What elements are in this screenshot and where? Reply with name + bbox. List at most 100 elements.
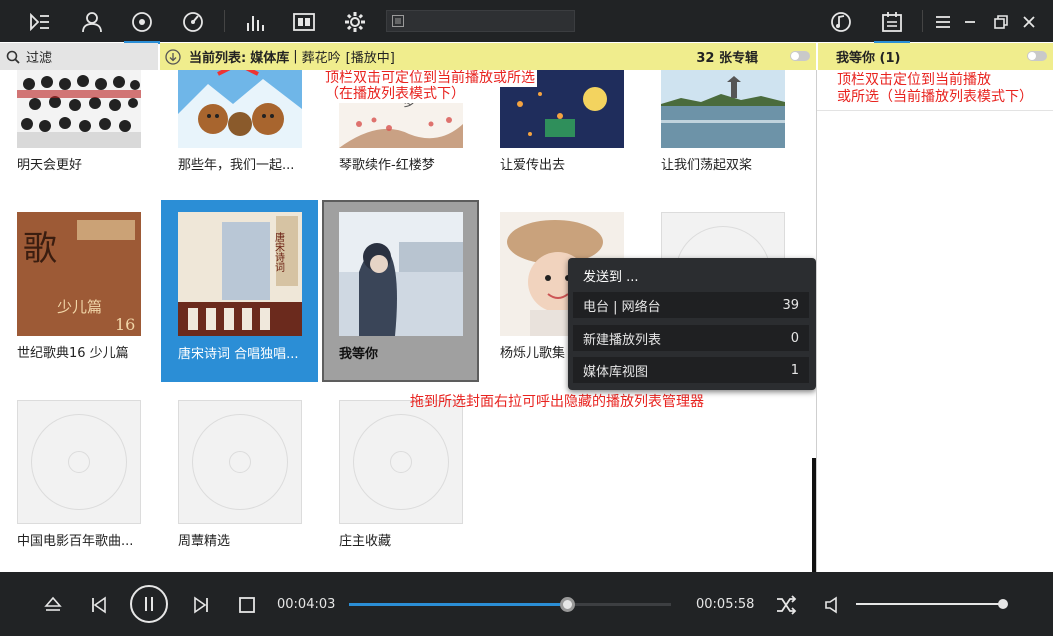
video-icon[interactable] [284, 4, 324, 40]
album-tile[interactable]: 歌 少儿篇 16 世纪歌典16 少儿篇 [17, 212, 167, 387]
album-cover: 唐宋诗词 [178, 212, 302, 336]
mini-player-icon[interactable] [821, 4, 861, 40]
send-to-item-count: 1 [790, 362, 799, 378]
volume-icon[interactable] [820, 592, 846, 618]
current-time: 00:04:03 [277, 597, 336, 612]
annotation-right-2: 或所选（当前播放列表模式下） [837, 89, 1033, 105]
album-icon[interactable] [122, 4, 162, 44]
artist-icon[interactable] [72, 4, 112, 40]
send-to-title: 发送到 ... [583, 270, 639, 285]
view-toggle[interactable] [790, 51, 810, 61]
volume-fill [856, 603, 1003, 605]
pause-button[interactable] [130, 585, 168, 623]
pause-icon [145, 597, 153, 611]
album-cover [17, 70, 141, 148]
annotation-right-1: 顶栏双击定位到当前播放 [837, 72, 991, 88]
album-cover: 歌 少儿篇 16 [17, 212, 141, 336]
current-list-library: 媒体库 [250, 51, 290, 66]
top-toolbar [0, 0, 1053, 44]
progress-fill [349, 603, 568, 606]
eject-icon[interactable] [40, 592, 66, 618]
current-list-separator: | [293, 49, 298, 64]
filter-label: 过滤 [26, 51, 53, 66]
send-to-item-label: 新建播放列表 [583, 332, 662, 348]
send-to-item-library-view[interactable]: 媒体库视图 1 [573, 357, 809, 383]
album-title: 琴歌续作-红楼梦 [339, 158, 435, 173]
album-cover [178, 70, 302, 148]
play-state-label: [播放中] [345, 51, 395, 66]
send-to-item-label: 媒体库视图 [583, 364, 649, 380]
empty-cover-icon [17, 400, 141, 524]
side-playlist-header[interactable]: 我等你 (1) [818, 43, 1053, 70]
music-player-window: 过滤 当前列表: 媒体库 | 葬花吟 [播放中] 32 张专辑 我等你 (1) [0, 0, 1053, 636]
album-title: 让爱传出去 [500, 158, 566, 173]
send-to-item-new-playlist[interactable]: 新建播放列表 0 [573, 325, 809, 351]
album-tile[interactable]: 明天会更好 [17, 70, 167, 199]
genre-icon[interactable] [173, 4, 213, 40]
empty-cover-icon [339, 400, 463, 524]
album-title: 周蕈精选 [178, 534, 231, 549]
cover-text-century-sub: 少儿篇 [57, 298, 102, 316]
album-title: 庄主收藏 [339, 534, 392, 549]
next-icon[interactable] [188, 592, 214, 618]
side-divider [817, 110, 1053, 111]
progress-slider[interactable] [349, 597, 671, 612]
collapse-icon[interactable] [165, 48, 181, 65]
album-title: 那些年，我们一起... [178, 158, 295, 173]
send-to-item-label: 电台 | 网络台 [583, 299, 661, 315]
annotation-top-center-2: （在播放列表模式下） [323, 86, 467, 103]
stop-icon[interactable] [234, 592, 260, 618]
volume-slider[interactable] [856, 599, 1008, 609]
send-to-item-count: 0 [790, 330, 799, 346]
list-icon [392, 15, 404, 27]
minimize-icon[interactable] [955, 4, 985, 40]
annotation-drag-hint: 拖到所选封面右拉可呼出隐藏的播放列表管理器 [410, 394, 704, 410]
grid-scrollbar[interactable] [812, 458, 816, 572]
equalizer-icon[interactable] [236, 4, 276, 40]
toolbar-search-box[interactable] [386, 10, 575, 32]
album-tile[interactable]: 庄主收藏 [339, 400, 489, 572]
album-count: 32 张专辑 [696, 51, 758, 66]
toolbar-divider [922, 10, 923, 32]
settings-icon[interactable] [335, 4, 375, 40]
volume-handle[interactable] [998, 599, 1008, 609]
playlist-icon[interactable] [20, 4, 60, 40]
side-toggle[interactable] [1027, 51, 1047, 61]
shuffle-icon[interactable] [772, 592, 800, 618]
progress-handle[interactable] [559, 597, 575, 612]
empty-cover-icon [178, 400, 302, 524]
current-track-name: 葬花吟 [301, 51, 341, 66]
cover-text-century: 歌 [23, 229, 57, 269]
cover-text-century-num: 16 [115, 315, 135, 334]
side-playlist-panel: 顶栏双击定位到当前播放 或所选（当前播放列表模式下） [816, 70, 1053, 572]
current-list-bar[interactable]: 当前列表: 媒体库 | 葬花吟 [播放中] 32 张专辑 [160, 43, 816, 70]
send-to-popup: 发送到 ... 电台 | 网络台 39 新建播放列表 0 媒体库视图 1 [568, 258, 816, 390]
album-tile[interactable]: 周蕈精选 [178, 400, 328, 572]
filter-input[interactable]: 过滤 [0, 43, 158, 70]
playlist-manager-icon[interactable] [872, 4, 912, 44]
album-title: 让我们荡起双桨 [661, 158, 753, 173]
album-tile-selected[interactable]: 唐宋诗词 唐宋诗词 合唱独唱... [161, 200, 318, 382]
toolbar-divider [224, 10, 225, 32]
send-to-item-radio[interactable]: 电台 | 网络台 39 [573, 292, 809, 318]
album-tile[interactable]: 让我们荡起双桨 [661, 70, 811, 199]
album-tile[interactable]: 让爱传出去 [500, 70, 650, 199]
previous-icon[interactable] [86, 592, 112, 618]
current-list-prefix: 当前列表: [189, 51, 247, 66]
album-tile[interactable]: 中国电影百年歌曲... [17, 400, 167, 572]
album-title: 我等你 [339, 347, 379, 362]
album-tile[interactable]: 那些年，我们一起... [178, 70, 328, 199]
album-cover [661, 70, 785, 148]
side-playlist-title: 我等你 (1) [836, 51, 901, 66]
album-title: 明天会更好 [17, 158, 83, 173]
annotation-top-center: 顶栏双击可定位到当前播放或所选 [323, 70, 537, 87]
total-time: 00:05:58 [696, 597, 755, 612]
album-tile-playing[interactable]: 我等你 [322, 200, 479, 382]
album-title: 唐宋诗词 合唱独唱... [178, 347, 299, 362]
close-icon[interactable] [1012, 4, 1046, 40]
album-cover [339, 212, 463, 336]
search-icon [6, 50, 20, 64]
player-bar: 00:04:03 00:05:58 [0, 572, 1053, 636]
cover-text-tang: 唐宋诗词 [273, 231, 285, 272]
send-to-item-count: 39 [782, 297, 799, 313]
